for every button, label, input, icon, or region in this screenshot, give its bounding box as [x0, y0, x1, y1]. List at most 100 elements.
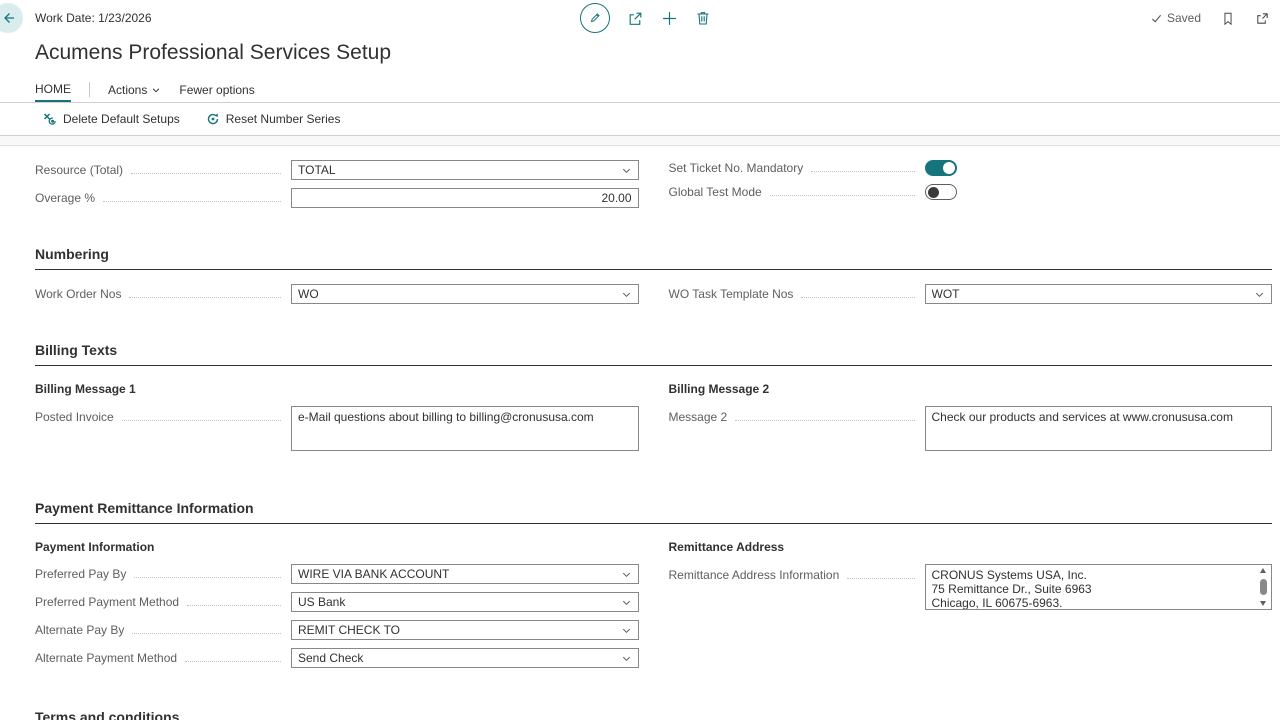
alternate-payment-method-select[interactable]: Send Check [291, 648, 639, 668]
scroll-down-icon[interactable] [1260, 601, 1266, 606]
section-heading-numbering: Numbering [35, 246, 1272, 262]
section-rule [35, 269, 1272, 270]
menu-tab-strip: HOME Actions Fewer options [0, 77, 1280, 103]
action-ribbon: Delete Default Setups Reset Number Serie… [0, 103, 1280, 136]
tab-fewer-options[interactable]: Fewer options [179, 77, 254, 102]
field-label: Preferred Pay By [35, 567, 291, 581]
field-label: Posted Invoice [35, 410, 291, 424]
chevron-down-icon [621, 625, 632, 636]
work-order-nos-select[interactable]: WO [291, 284, 639, 304]
field-posted-invoice-message: Posted Invoice e-Mail questions about bi… [35, 406, 639, 451]
bookmark-icon [1221, 11, 1235, 26]
field-wo-task-template-nos: WO Task Template Nos WOT [669, 284, 1273, 304]
bookmark-button[interactable] [1221, 11, 1235, 26]
field-preferred-payment-method: Preferred Payment Method US Bank [35, 592, 639, 612]
saved-label: Saved [1167, 11, 1201, 25]
field-label: Global Test Mode [669, 185, 925, 199]
reset-icon [206, 112, 220, 126]
back-arrow-icon [0, 10, 16, 26]
section-numbering: Work Order Nos WO WO Task Template Nos W… [35, 284, 1272, 312]
group-title-billing-message-1: Billing Message 1 [35, 382, 639, 396]
section-heading-billing-texts: Billing Texts [35, 342, 1272, 358]
field-message-2: Message 2 Check our products and service… [669, 406, 1273, 451]
field-overage: Overage % [35, 188, 639, 208]
chevron-down-icon [621, 597, 632, 608]
delete-setups-icon [43, 112, 57, 126]
section-billing-texts: Billing Message 1 Posted Invoice e-Mail … [35, 380, 1272, 459]
section-general: Resource (Total) TOTAL Overage % Set T [35, 160, 1272, 216]
page-action-icons [580, 0, 711, 36]
section-rule [35, 523, 1272, 524]
form-content: Resource (Total) TOTAL Overage % Set T [0, 146, 1280, 720]
delete-button[interactable] [695, 10, 711, 26]
section-rule [35, 365, 1272, 366]
message-2-textarea[interactable]: Check our products and services at www.c… [925, 406, 1273, 451]
overage-input[interactable] [298, 191, 632, 205]
tab-home[interactable]: HOME [35, 77, 71, 102]
field-work-order-nos: Work Order Nos WO [35, 284, 639, 304]
plus-icon [661, 10, 678, 27]
group-title-billing-message-2: Billing Message 2 [669, 382, 1273, 396]
section-heading-payment-remittance: Payment Remittance Information [35, 500, 1272, 516]
alternate-pay-by-select[interactable]: REMIT CHECK TO [291, 620, 639, 640]
scrollbar[interactable] [1256, 566, 1270, 608]
overage-input-box [291, 188, 639, 208]
set-ticket-mandatory-toggle[interactable] [925, 160, 957, 176]
field-set-ticket-mandatory: Set Ticket No. Mandatory [669, 160, 1273, 176]
tab-actions[interactable]: Actions [108, 77, 161, 102]
field-label: Set Ticket No. Mandatory [669, 161, 925, 175]
resource-total-select[interactable]: TOTAL [291, 160, 639, 180]
work-date: Work Date: 1/23/2026 [35, 11, 152, 25]
chevron-down-icon [621, 165, 632, 176]
section-payment-remittance: Payment Information Preferred Pay By WIR… [35, 538, 1272, 676]
field-label: Overage % [35, 191, 291, 205]
group-title-remittance-address: Remittance Address [669, 540, 1273, 554]
reset-number-series-button[interactable]: Reset Number Series [206, 112, 341, 126]
field-alternate-pay-by: Alternate Pay By REMIT CHECK TO [35, 620, 639, 640]
chevron-down-icon [151, 85, 161, 95]
field-label: Work Order Nos [35, 287, 291, 301]
page-title: Acumens Professional Services Setup [35, 38, 1280, 68]
global-test-mode-toggle[interactable] [925, 184, 957, 200]
field-remittance-address-information: Remittance Address Information CRONUS Sy… [669, 564, 1273, 610]
field-label: WO Task Template Nos [669, 287, 925, 301]
save-status: Saved [1151, 11, 1201, 25]
chevron-down-icon [1254, 289, 1265, 300]
section-heading-terms: Terms and conditions [35, 709, 1272, 720]
top-bar: Work Date: 1/23/2026 [0, 0, 1280, 36]
edit-button[interactable] [580, 3, 610, 33]
field-alternate-payment-method: Alternate Payment Method Send Check [35, 648, 639, 668]
share-icon [627, 10, 644, 27]
ribbon-content-separator [0, 136, 1280, 146]
group-title-payment-information: Payment Information [35, 540, 639, 554]
posted-invoice-message-textarea[interactable]: e-Mail questions about billing to billin… [291, 406, 639, 451]
field-resource-total: Resource (Total) TOTAL [35, 160, 639, 180]
pencil-icon [588, 11, 602, 25]
field-label: Alternate Payment Method [35, 651, 291, 665]
remittance-address-textarea[interactable]: CRONUS Systems USA, Inc. 75 Remittance D… [925, 564, 1273, 610]
check-icon [1151, 13, 1162, 24]
field-global-test-mode: Global Test Mode [669, 184, 1273, 200]
preferred-pay-by-select[interactable]: WIRE VIA BANK ACCOUNT [291, 564, 639, 584]
open-in-new-window-button[interactable] [1255, 11, 1270, 26]
field-label: Remittance Address Information [669, 568, 925, 582]
field-preferred-pay-by: Preferred Pay By WIRE VIA BANK ACCOUNT [35, 564, 639, 584]
field-label: Preferred Payment Method [35, 595, 291, 609]
field-label: Alternate Pay By [35, 623, 291, 637]
field-label: Resource (Total) [35, 163, 291, 177]
chevron-down-icon [621, 653, 632, 664]
chevron-down-icon [621, 289, 632, 300]
tab-divider [89, 82, 90, 97]
preferred-payment-method-select[interactable]: US Bank [291, 592, 639, 612]
share-button[interactable] [627, 10, 644, 27]
new-button[interactable] [661, 10, 678, 27]
back-button[interactable] [0, 3, 23, 33]
scroll-up-icon[interactable] [1260, 568, 1266, 573]
popout-icon [1255, 11, 1270, 26]
chevron-down-icon [621, 569, 632, 580]
delete-default-setups-button[interactable]: Delete Default Setups [43, 112, 180, 126]
trash-icon [695, 10, 711, 26]
top-right-group: Saved [1151, 0, 1270, 36]
scroll-thumb[interactable] [1260, 579, 1267, 595]
wo-task-template-nos-select[interactable]: WOT [925, 284, 1273, 304]
